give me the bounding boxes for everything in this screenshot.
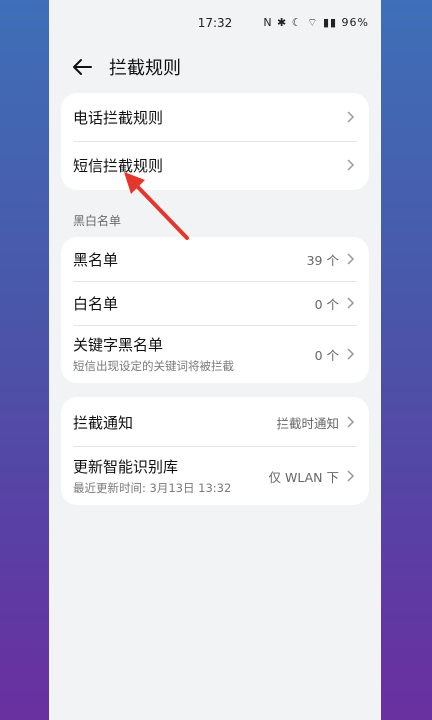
item-label: 拦截通知 (73, 413, 134, 432)
settings-card: 拦截通知 拦截时通知 更新智能识别库 最近更新时间: 3月13日 13:32 仅… (61, 397, 369, 505)
phone-screen: 17:32 N ✱ ☾ ⌔ ▮▮ 96% 拦截规则 电话拦截规则 短信拦截规则 … (49, 0, 381, 720)
item-label: 关键字黑名单 (73, 336, 164, 354)
chevron-right-icon (347, 297, 355, 309)
status-icons: N ✱ ☾ ⌔ ▮▮ 96% (263, 16, 369, 29)
list-item-whitelist[interactable]: 白名单 0 个 (61, 281, 369, 325)
item-label: 白名单 (73, 294, 119, 313)
item-value: 0 个 (314, 347, 339, 363)
list-item-update-library[interactable]: 更新智能识别库 最近更新时间: 3月13日 13:32 仅 WLAN 下 (61, 447, 369, 505)
item-label: 更新智能识别库 (73, 458, 179, 476)
status-bar: 17:32 N ✱ ☾ ⌔ ▮▮ 96% (49, 0, 381, 46)
chevron-right-icon (347, 348, 355, 360)
item-value: 0 个 (314, 296, 339, 312)
item-value: 39 个 (306, 252, 339, 268)
item-value: 拦截时通知 (276, 415, 339, 431)
chevron-right-icon (347, 253, 355, 265)
lists-card: 黑名单 39 个 白名单 0 个 关键字黑名单 短信出现设定的关键词将被拦截 0… (61, 237, 369, 383)
item-label: 短信拦截规则 (73, 156, 164, 175)
back-arrow-icon[interactable] (69, 54, 95, 80)
item-label: 电话拦截规则 (73, 108, 164, 127)
header: 拦截规则 (49, 50, 381, 84)
list-item-sms-rules[interactable]: 短信拦截规则 (61, 141, 369, 189)
item-subtitle: 短信出现设定的关键词将被拦截 (73, 359, 234, 373)
chevron-right-icon (347, 416, 355, 428)
list-item-blacklist[interactable]: 黑名单 39 个 (61, 237, 369, 281)
list-item-phone-rules[interactable]: 电话拦截规则 (61, 93, 369, 141)
chevron-right-icon (347, 111, 355, 123)
item-value: 仅 WLAN 下 (268, 469, 339, 485)
rules-card: 电话拦截规则 短信拦截规则 (61, 93, 369, 190)
page-title: 拦截规则 (109, 58, 181, 79)
chevron-right-icon (347, 470, 355, 482)
item-subtitle: 最近更新时间: 3月13日 13:32 (73, 481, 232, 495)
section-title: 黑白名单 (73, 214, 122, 228)
item-label: 黑名单 (73, 250, 119, 269)
list-item-keyword-blacklist[interactable]: 关键字黑名单 短信出现设定的关键词将被拦截 0 个 (61, 325, 369, 383)
list-item-block-notify[interactable]: 拦截通知 拦截时通知 (61, 397, 369, 447)
chevron-right-icon (347, 159, 355, 171)
